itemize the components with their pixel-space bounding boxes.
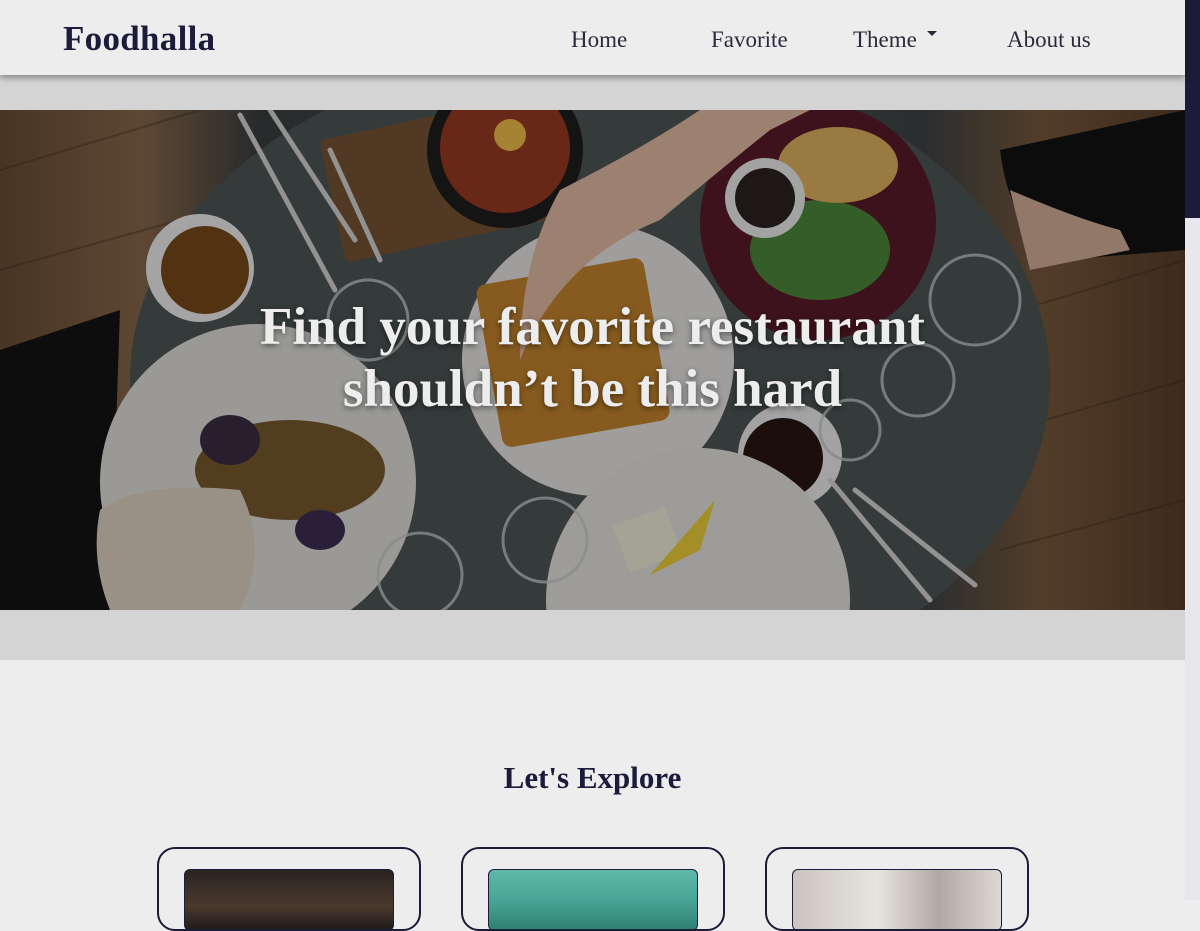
- caret-down-icon: [926, 31, 937, 37]
- top-navbar: Foodhalla Home Favorite Theme About us: [0, 0, 1185, 75]
- explore-card-2[interactable]: [461, 847, 725, 931]
- nav-favorite-link[interactable]: Favorite: [711, 27, 788, 53]
- scrollbar-thumb[interactable]: [1185, 0, 1200, 218]
- nav-theme-label: Theme: [853, 27, 917, 52]
- cafe-people-photo-icon: [792, 869, 1002, 929]
- hero-banner: Find your favorite restaurant shouldn’t …: [0, 110, 1185, 610]
- nav-about-link[interactable]: About us: [1007, 27, 1091, 53]
- restaurant-interior-photo-icon: [184, 869, 394, 929]
- nav-theme-dropdown[interactable]: Theme: [853, 27, 937, 53]
- explore-card-1[interactable]: [157, 847, 421, 931]
- hero-title: Find your favorite restaurant shouldn’t …: [140, 296, 1045, 420]
- hero-title-line-2: shouldn’t be this hard: [342, 360, 843, 418]
- explore-card-3[interactable]: [765, 847, 1029, 931]
- brand-logo[interactable]: Foodhalla: [63, 19, 215, 59]
- page-scrollbar[interactable]: [1185, 0, 1200, 900]
- hero-title-line-1: Find your favorite restaurant: [260, 298, 925, 356]
- nav-home-link[interactable]: Home: [571, 27, 627, 53]
- explore-heading: Let's Explore: [503, 760, 682, 795]
- teal-storefront-photo-icon: [488, 869, 698, 929]
